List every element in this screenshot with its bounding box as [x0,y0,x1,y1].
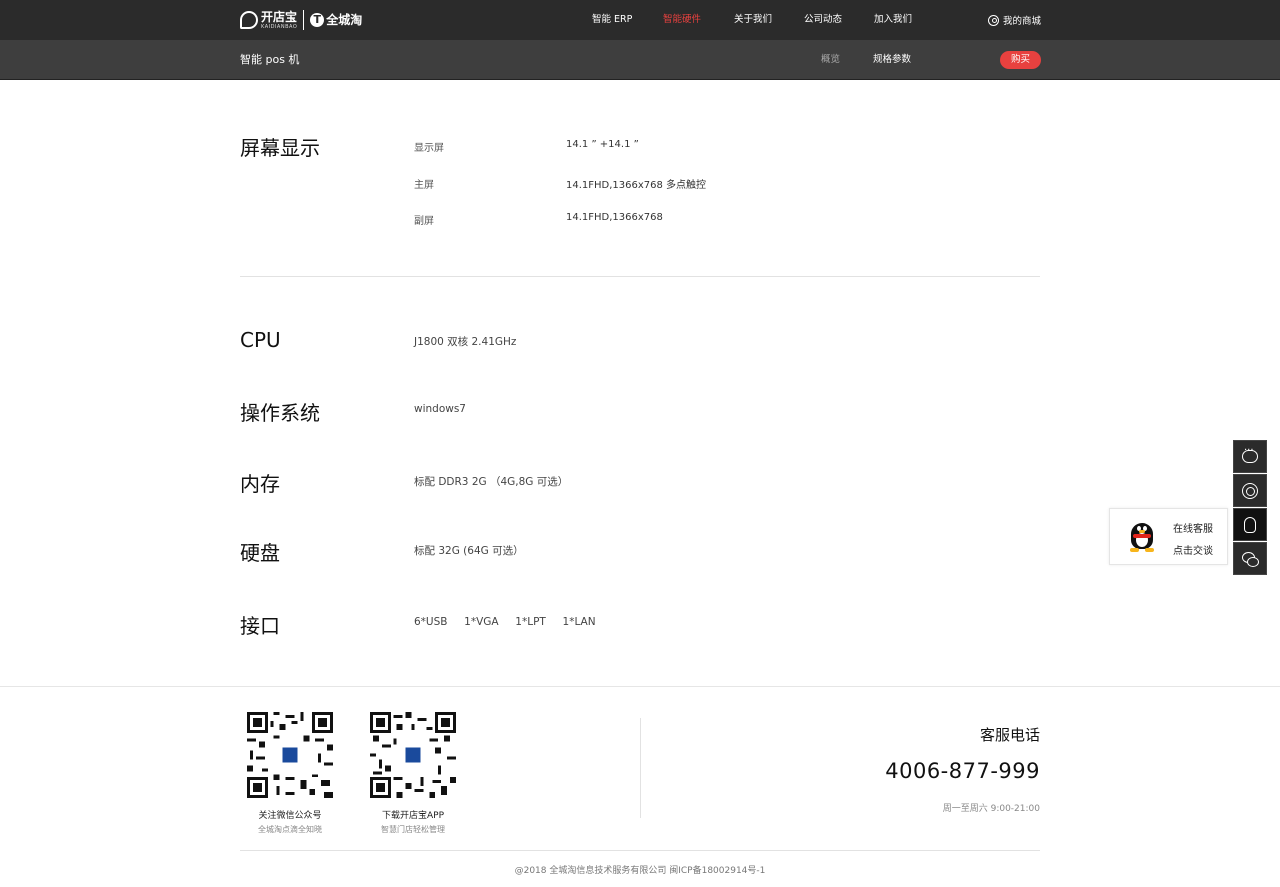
wechat-icon [1242,551,1259,567]
chat-bubble-icon [1242,445,1258,463]
copyright-text: @2018 全城淘信息技术服务有限公司 闽ICP备18002914号-1 [514,866,766,876]
customer-service-icon [1242,482,1258,499]
spec-label-display: 显示屏 [414,143,444,154]
qq-online-service-popup[interactable]: 在线客服 点击交谈 [1109,508,1228,565]
spec-value-os: windows7 [414,403,466,415]
spec-value-ports: 6*USB 1*VGA 1*LPT 1*LAN [414,616,596,628]
footer-vertical-divider [640,718,641,818]
tab-overview[interactable]: 概览 [821,40,840,80]
nav-item-hardware[interactable]: 智能硬件 [663,0,701,40]
footer-bottom-divider [240,850,1040,851]
logo-primary-text: 开店宝 [261,9,298,24]
section-title-cpu: CPU [240,328,281,352]
spec-value-main-screen: 14.1FHD,1366x768 多点触控 [566,180,707,191]
hotline-number[interactable]: 4006-877-999 [885,759,1040,783]
hotline-hours: 周一至周六 9:00-21:00 [942,804,1040,814]
logo-primary-en: KAIDIANBAO [261,23,298,30]
qq-popup-line2[interactable]: 点击交谈 [1173,542,1213,557]
nav-item-erp[interactable]: 智能 ERP [592,0,632,40]
section-title-os: 操作系统 [240,401,320,425]
nav-item-news[interactable]: 公司动态 [804,0,842,40]
my-mall-label: 我的商城 [1003,16,1042,27]
sidebar-message-button[interactable] [1233,440,1267,473]
spec-value-display: 14.1 ” +14.1 ” [566,139,639,150]
sidebar-wechat-button[interactable] [1233,542,1267,575]
spec-value-sub-screen: 14.1FHD,1366x768 [566,212,663,223]
spec-label-sub-screen: 副屏 [414,216,434,227]
app-download-qr-code [370,712,456,798]
buy-button[interactable]: 购买 [1000,51,1041,69]
spec-value-cpu: J1800 双核 2.41GHz [414,336,517,348]
logo-divider [303,10,305,30]
section-title-ports: 接口 [240,614,280,638]
wechat-qr-subcaption: 全城淘点滴全知晓 [258,825,322,834]
user-icon [988,14,999,26]
sidebar-qq-button[interactable] [1233,508,1267,541]
quanchengtao-logo-icon: T [310,13,325,27]
top-nav-bar: 开店宝 KAIDIANBAO T 全城淘 智能 ERP 智能硬件 关于我们 公司… [0,0,1280,40]
my-mall-link[interactable]: 我的商城 [988,0,1041,40]
spec-value-memory: 标配 DDR3 2G （4G,8G 可选） [414,476,569,488]
wechat-qr-caption: 关注微信公众号 [258,811,322,821]
nav-item-about[interactable]: 关于我们 [734,0,772,40]
nav-item-join[interactable]: 加入我们 [874,0,912,40]
hotline-title: 客服电话 [979,726,1040,744]
site-logo[interactable]: 开店宝 KAIDIANBAO T 全城淘 [240,8,362,32]
product-sub-nav: 智能 pos 机 概览 规格参数 购买 [0,40,1280,80]
spec-label-main-screen: 主屏 [414,180,434,191]
logo-secondary-text: 全城淘 [326,13,363,27]
app-qr-caption: 下载开店宝APP [381,811,444,821]
section-title-screen: 屏幕显示 [240,136,320,160]
app-qr-subcaption: 智慧门店轻松管理 [381,825,445,834]
sidebar-service-button[interactable] [1233,474,1267,507]
product-title: 智能 pos 机 [240,53,300,66]
qq-penguin-icon [1128,523,1156,553]
spec-value-disk: 标配 32G (64G 可选） [414,545,524,557]
qq-popup-line1: 在线客服 [1173,524,1213,535]
section-divider [240,276,1040,277]
footer-top-border [0,686,1280,687]
wechat-qr-code [247,712,333,798]
section-title-memory: 内存 [240,472,280,496]
tab-specs[interactable]: 规格参数 [873,40,911,80]
qq-icon [1244,516,1256,533]
section-title-disk: 硬盘 [240,541,280,565]
kaidianbao-logo-icon [240,11,258,29]
